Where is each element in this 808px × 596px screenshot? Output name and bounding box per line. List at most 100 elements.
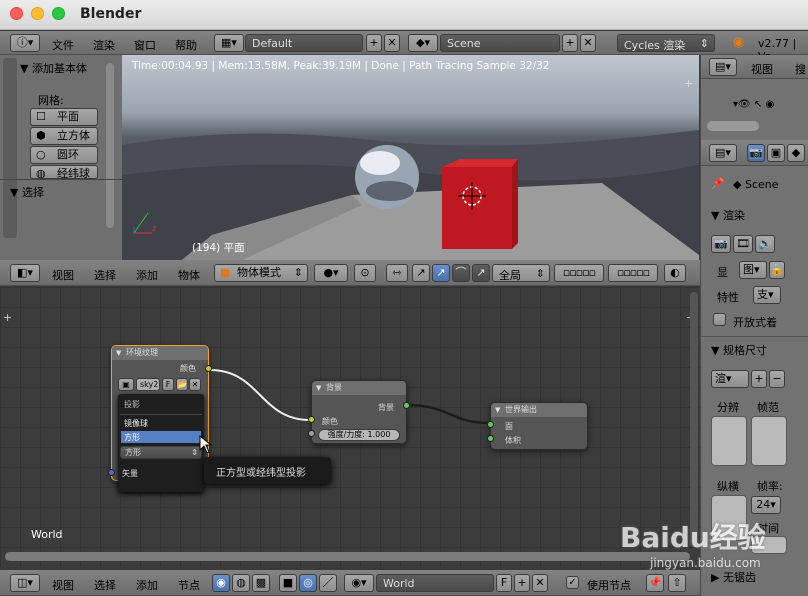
feature-set-select[interactable]: 支▾ <box>753 286 781 304</box>
node-menu-add[interactable]: 添加 <box>136 577 158 593</box>
projection-option-equirect[interactable]: 方形 <box>121 431 201 443</box>
menu-window[interactable]: 窗口 <box>134 37 156 53</box>
pin-icon[interactable]: 📌 <box>646 574 664 592</box>
layer-buttons-1[interactable]: ▫▫▫▫▫ <box>554 264 604 282</box>
outliner-scrollbar[interactable] <box>707 121 759 131</box>
viewport-menu-object[interactable]: 物体 <box>178 267 200 283</box>
shelf-scrollbar[interactable] <box>106 63 114 228</box>
frame-range-fields[interactable] <box>751 416 787 466</box>
lock-interface-icon[interactable]: 🔒 <box>769 261 785 279</box>
bg-color-socket[interactable] <box>308 416 315 423</box>
viewport-menu-add[interactable]: 添加 <box>136 267 158 283</box>
screen-layout-field[interactable]: Default <box>245 34 363 52</box>
add-scene-button[interactable]: + <box>562 34 578 52</box>
world-surface-socket[interactable] <box>487 421 494 428</box>
add-plane-button[interactable]: ☐ 平面 <box>30 108 98 126</box>
bg-strength-field[interactable]: 强度/力度: 1.000 <box>318 429 400 441</box>
menu-help[interactable]: 帮助 <box>175 37 197 53</box>
projection-select[interactable]: 方形 ⇕ <box>120 446 202 459</box>
object-shader-icon[interactable]: ■ <box>279 574 297 592</box>
outliner-search[interactable]: 搜 <box>795 61 806 77</box>
env-image-open-icon[interactable]: 📂 <box>176 378 188 391</box>
unlink-world-button[interactable]: ✕ <box>532 574 548 592</box>
viewport-menu-view[interactable]: 视图 <box>52 267 74 283</box>
render-audio-button[interactable]: 🔊 <box>755 235 775 253</box>
menu-render[interactable]: 渲染 <box>93 37 115 53</box>
node-editor-vscrollbar[interactable] <box>690 292 698 547</box>
layer-buttons-2[interactable]: ▫▫▫▫▫ <box>608 264 658 282</box>
dimensions-panel-header[interactable]: ▼ 规格尺寸 <box>711 342 767 358</box>
add-layout-button[interactable]: + <box>366 34 382 52</box>
add-circle-button[interactable]: ○ 圆环 <box>30 146 98 164</box>
pin-scene-icon[interactable]: 📌 <box>711 177 725 190</box>
render-image-button[interactable]: 📷 <box>711 235 731 253</box>
scene-icon[interactable]: ◆▾ <box>408 34 438 52</box>
outliner-editor-type-button[interactable]: ▤▾ <box>709 58 737 76</box>
screen-layout-icon[interactable]: ▦▾ <box>214 34 244 52</box>
anti-aliasing-panel-header[interactable]: ▶ 无锯齿 <box>711 569 756 585</box>
node-editor-type-button[interactable]: ◫▾ <box>10 574 40 592</box>
scene-tab-icon[interactable]: ◆ <box>787 144 805 162</box>
menu-file[interactable]: 文件 <box>52 37 74 53</box>
lock-layers-icon[interactable]: ◐ <box>664 264 686 282</box>
world-volume-socket[interactable] <box>487 435 494 442</box>
shader-tree-icon[interactable]: ◉ <box>212 574 230 592</box>
world-shader-icon[interactable]: ◎ <box>299 574 317 592</box>
use-nodes-checkbox[interactable]: ✓ <box>566 576 579 589</box>
node-toolshelf-plus-icon[interactable]: + <box>3 311 12 324</box>
properties-editor-type-button[interactable]: ▤▾ <box>709 144 737 162</box>
pivot-point-button[interactable]: ⊙ <box>354 264 376 282</box>
close-window-button[interactable] <box>10 7 23 20</box>
open-shading-checkbox[interactable] <box>713 313 726 326</box>
new-world-button[interactable]: + <box>514 574 530 592</box>
viewport-editor-type-button[interactable]: ◧▾ <box>10 264 40 282</box>
interaction-mode-select[interactable]: ■ 物体模式 ⇕ <box>214 264 308 282</box>
scene-field[interactable]: Scene <box>440 34 560 52</box>
background-node[interactable]: 背景 背景 颜色 强度/力度: 1.000 <box>308 380 410 444</box>
world-output-node[interactable]: 世界输出 面 体积 <box>487 402 588 450</box>
texture-tree-icon[interactable]: ▩ <box>252 574 270 592</box>
env-image-browse-icon[interactable]: ▣ <box>118 378 134 391</box>
add-preset-button[interactable]: + <box>751 370 767 388</box>
node-editor-canvas[interactable]: + + World 环境纹理 颜色 ▣ sky2 F 📂 ✕ 投影 镜像球 方形… <box>0 287 700 567</box>
outliner[interactable]: ▤▾ 视图 搜 ▾👁 ↖ ◉ <box>700 55 808 140</box>
proportional-edit-icon[interactable]: ⇿ <box>386 264 408 282</box>
transform-orientation-select[interactable]: 全局 ⇕ <box>492 264 550 282</box>
tool-shelf-tabs[interactable] <box>3 58 17 238</box>
env-vector-socket[interactable] <box>108 469 115 476</box>
bg-output-socket[interactable] <box>403 402 410 409</box>
remove-preset-button[interactable]: − <box>769 370 785 388</box>
parent-tree-icon[interactable]: ⇧ <box>668 574 686 592</box>
projection-option-mirror-ball[interactable]: 镜像球 <box>124 418 148 429</box>
node-editor-hscrollbar[interactable] <box>5 552 690 561</box>
node-menu-select[interactable]: 选择 <box>94 577 116 593</box>
translate-icon[interactable]: ↗ <box>432 264 450 282</box>
scale-icon[interactable]: ↗ <box>472 264 490 282</box>
add-uvsphere-button[interactable]: ◍ 经纬球 <box>30 165 98 179</box>
world-fake-user-button[interactable]: F <box>496 574 512 592</box>
display-select[interactable]: 图▾ <box>739 261 767 279</box>
shelf-select-header[interactable]: ▼ 选择 <box>10 184 44 200</box>
environment-texture-node[interactable]: 环境纹理 颜色 ▣ sky2 F 📂 ✕ 投影 镜像球 方形 方形⇕ 矢量 <box>108 345 212 492</box>
linestyle-shader-icon[interactable]: ／ <box>319 574 337 592</box>
render-panel-header[interactable]: ▼ 渲染 <box>711 207 745 223</box>
world-browse-icon[interactable]: ◉▾ <box>344 574 374 592</box>
remove-scene-button[interactable]: ✕ <box>580 34 596 52</box>
env-image-unlink-icon[interactable]: ✕ <box>189 378 201 391</box>
viewport-menu-select[interactable]: 选择 <box>94 267 116 283</box>
add-cube-button[interactable]: ⬢ 立方体 <box>30 127 98 145</box>
world-datablock-field[interactable]: World <box>376 574 494 592</box>
outliner-visibility-icon[interactable]: ▾👁 ↖ ◉ <box>733 99 774 110</box>
remove-layout-button[interactable]: ✕ <box>384 34 400 52</box>
render-preset-select[interactable]: 渲▾ <box>711 370 749 388</box>
viewport-shading-button[interactable]: ●▾ <box>314 264 348 282</box>
node-menu-view[interactable]: 视图 <box>52 577 74 593</box>
viewport-3d[interactable]: z Time:00:04.93 | Mem:13.58M, Peak:39.19… <box>122 55 699 260</box>
env-color-socket[interactable] <box>205 365 212 372</box>
render-layers-tab-icon[interactable]: ▣ <box>767 144 785 162</box>
manipulator-icon[interactable]: ↗ <box>412 264 430 282</box>
resolution-fields[interactable] <box>711 416 747 466</box>
minimize-window-button[interactable] <box>31 7 44 20</box>
bg-strength-socket[interactable] <box>308 430 315 437</box>
env-image-fake-user[interactable]: F <box>162 378 174 391</box>
